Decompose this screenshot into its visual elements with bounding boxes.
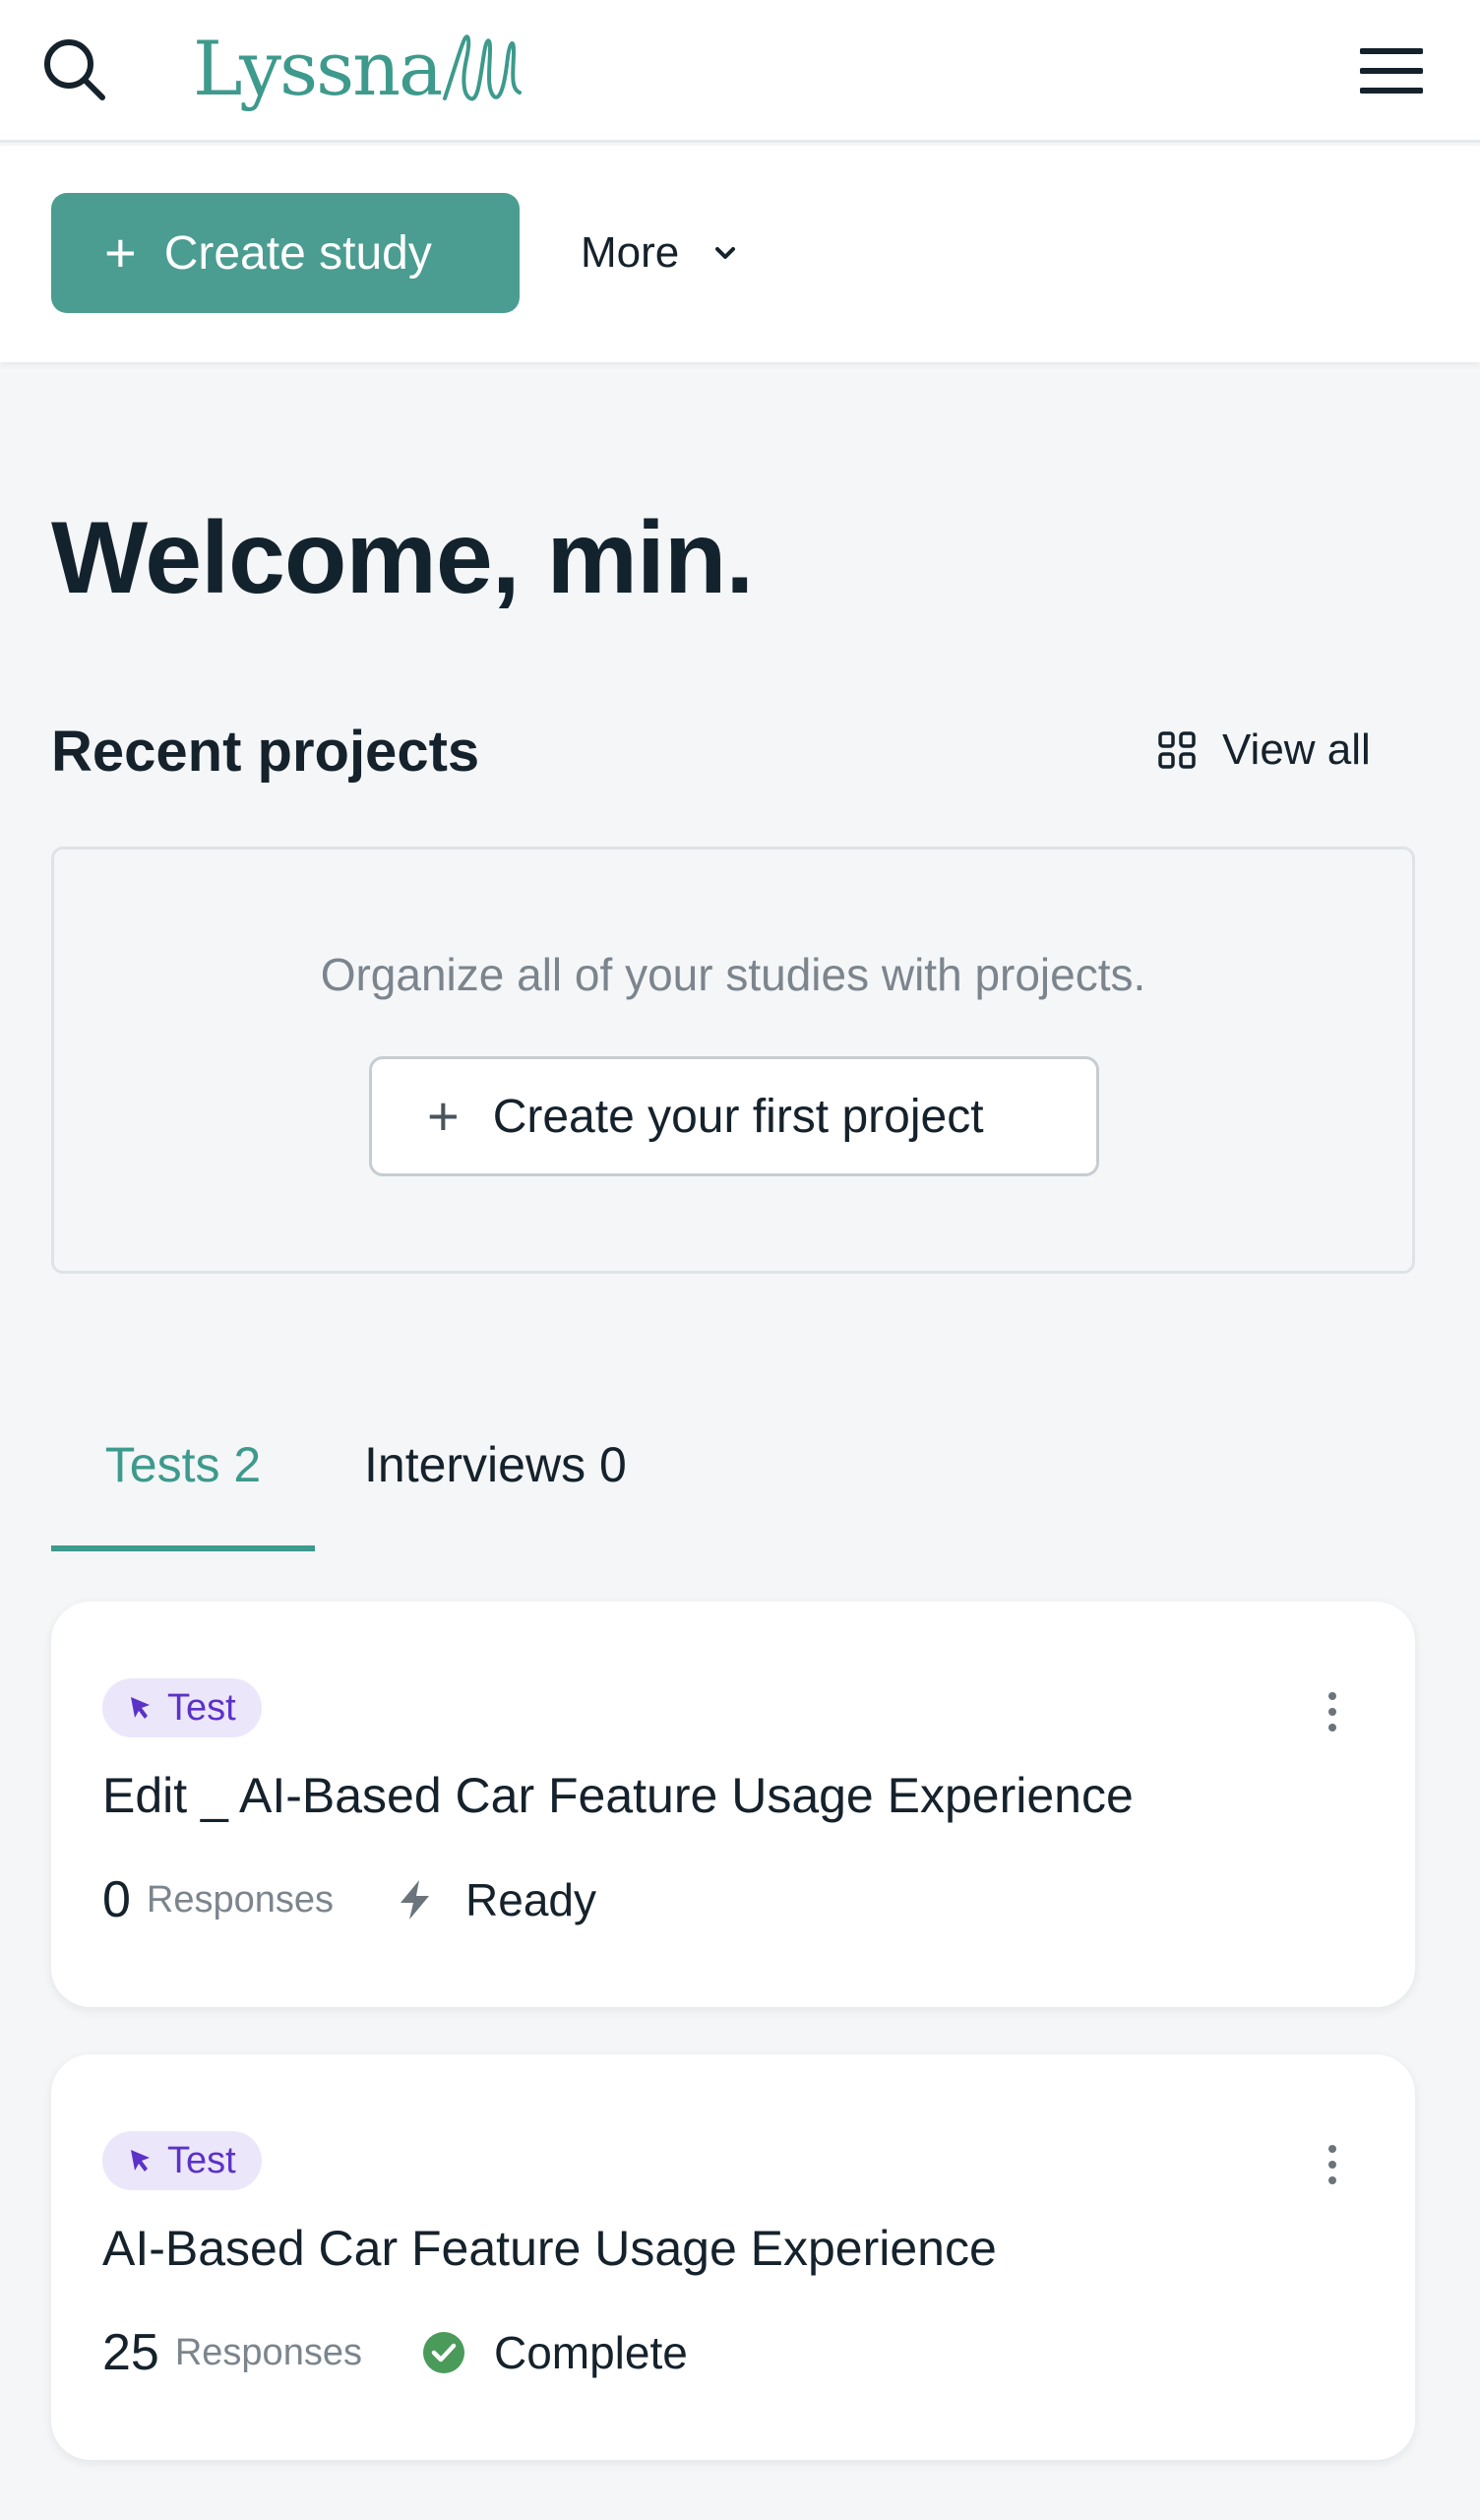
status-text: Ready [465,1874,597,1925]
study-tabs: Tests 2 Interviews 0 [51,1378,1429,1555]
lightning-icon [401,1880,430,1920]
create-study-button[interactable]: + Create study [51,193,520,313]
plus-icon: + [427,1085,460,1147]
study-title[interactable]: Edit _ AI-Based Car Feature Usage Experi… [102,1767,1134,1824]
tab-interviews[interactable]: Interviews 0 [364,1378,627,1551]
status-text: Complete [493,2327,688,2378]
responses-count: 0 [102,1871,131,1928]
create-first-project-label: Create your first project [492,1090,984,1143]
study-meta: 0 Responses Ready [102,1865,596,1934]
projects-empty-state: Organize all of your studies with projec… [51,847,1415,1274]
cursor-click-icon [131,2150,150,2172]
view-all-label: View all [1222,725,1371,774]
projects-empty-message: Organize all of your studies with projec… [320,949,1146,1000]
tab-interviews-label: Interviews 0 [364,1437,627,1492]
study-meta: 25 Responses Complete [102,2318,688,2387]
study-type-badge: Test [102,1678,262,1737]
more-dropdown[interactable]: More [581,193,742,313]
active-tab-indicator [51,1545,315,1551]
grid-icon [1158,731,1196,769]
view-all-button[interactable]: View all [1157,721,1371,780]
action-bar: + Create study More [0,146,1480,362]
study-card[interactable]: Test AI-Based Car Feature Usage Experien… [51,2054,1415,2460]
plus-icon: + [104,221,137,284]
tab-tests[interactable]: Tests 2 [51,1378,315,1551]
kebab-menu-icon[interactable] [1321,1688,1344,1735]
chevron-down-icon [715,247,736,259]
study-type-label: Test [167,1686,236,1729]
create-first-project-button[interactable]: + Create your first project [369,1056,1099,1176]
search-icon[interactable] [39,34,110,105]
logo-swirl-icon [443,34,523,101]
study-type-badge: Test [102,2131,262,2190]
check-circle-icon [422,2332,464,2373]
logo-text: Lyssna [193,25,443,112]
recent-projects-title: Recent projects [51,720,480,784]
hamburger-menu-icon[interactable] [1360,45,1423,96]
create-study-label: Create study [163,226,432,280]
study-card[interactable]: Test Edit _ AI-Based Car Feature Usage E… [51,1602,1415,2007]
lyssna-logo[interactable]: Lyssna [193,18,529,120]
study-title[interactable]: AI-Based Car Feature Usage Experience [102,2220,997,2277]
cursor-click-icon [131,1697,150,1719]
responses-label: Responses [146,1878,335,1921]
more-label: More [581,228,680,277]
study-type-label: Test [167,2139,236,2181]
responses-count: 25 [102,2324,159,2381]
welcome-heading: Welcome, min. [51,501,754,615]
responses-label: Responses [174,2331,362,2373]
kebab-menu-icon[interactable] [1321,2141,1344,2188]
tab-tests-label: Tests 2 [104,1437,262,1492]
top-bar: Lyssna [0,0,1480,143]
